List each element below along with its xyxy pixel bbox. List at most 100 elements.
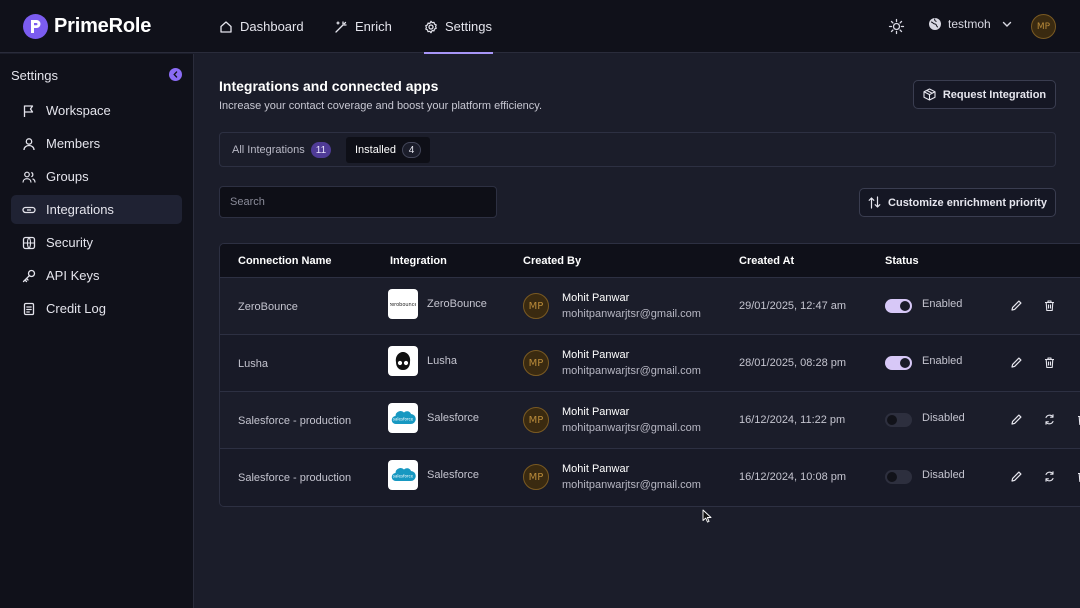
mouse-cursor-icon (702, 509, 712, 523)
trash-icon[interactable] (1043, 356, 1056, 369)
nav-tab-label: Settings (445, 19, 492, 34)
avatar: MP (523, 464, 549, 490)
created-at: 16/12/2024, 10:08 pm (739, 471, 847, 483)
table-header: Connection Name Integration Created By C… (220, 244, 1080, 278)
globe-icon (929, 18, 941, 30)
integrations-table: Connection Name Integration Created By C… (219, 243, 1080, 507)
sidebar-item-label: Integrations (46, 202, 114, 217)
workspace-switcher[interactable]: testmoh (928, 17, 1013, 31)
svg-text:salesforce: salesforce (393, 474, 414, 479)
sidebar-title: Settings (11, 68, 58, 83)
sidebar-item-credit-log[interactable]: Credit Log (11, 294, 182, 323)
toggle-knob (887, 415, 897, 425)
salesforce-logo: salesforce (388, 403, 418, 433)
nav-tab-label: Dashboard (240, 19, 304, 34)
collapse-sidebar-button[interactable] (169, 68, 182, 81)
sidebar-item-security[interactable]: Security (11, 228, 182, 257)
connection-name: Lusha (238, 358, 268, 370)
integration-name: ZeroBounce (427, 298, 487, 310)
tab-label: All Integrations (232, 144, 305, 156)
sort-arrows-icon (868, 196, 881, 209)
sidebar-item-integrations[interactable]: Integrations (11, 195, 182, 224)
table-row: Salesforce - production salesforce Sales… (220, 392, 1080, 449)
zerobounce-logo: zerobounce (388, 289, 418, 319)
sidebar-item-api-keys[interactable]: API Keys (11, 261, 182, 290)
nav-tab-dashboard[interactable]: Dashboard (219, 0, 304, 53)
flag-icon (23, 104, 34, 117)
trash-icon[interactable] (1076, 413, 1080, 426)
integration-name: Lusha (427, 355, 457, 367)
customize-enrichment-priority-button[interactable]: Customize enrichment priority (859, 188, 1056, 217)
package-icon (923, 88, 936, 101)
creator-name: Mohit Panwar (562, 292, 630, 304)
status-toggle[interactable] (885, 470, 912, 484)
lusha-logo (388, 346, 418, 376)
nav-tab-settings[interactable]: Settings (424, 0, 493, 54)
tab-label: Installed (355, 144, 396, 156)
avatar: MP (523, 407, 549, 433)
gear-icon (425, 20, 437, 33)
avatar: MP (523, 350, 549, 376)
pencil-icon[interactable] (1010, 356, 1023, 369)
creator-email: mohitpanwarjtsr@gmail.com (562, 422, 701, 434)
sidebar-item-members[interactable]: Members (11, 129, 182, 158)
connection-name: ZeroBounce (238, 301, 298, 313)
column-header[interactable]: Created At (739, 255, 794, 267)
sidebar-item-label: Groups (46, 169, 89, 184)
customize-label: Customize enrichment priority (888, 196, 1047, 209)
page-subtitle: Increase your contact coverage and boost… (219, 100, 543, 112)
tab-installed[interactable]: Installed 4 (346, 137, 430, 163)
sidebar-item-workspace[interactable]: Workspace (11, 96, 182, 125)
sun-icon[interactable] (888, 18, 905, 35)
users-icon (22, 171, 36, 183)
column-header[interactable]: Status (885, 255, 919, 267)
count-badge: 4 (401, 142, 421, 158)
column-header[interactable]: Integration (390, 255, 447, 267)
request-integration-button[interactable]: Request Integration (913, 80, 1056, 109)
sidebar-item-groups[interactable]: Groups (11, 162, 182, 191)
creator-email: mohitpanwarjtsr@gmail.com (562, 365, 701, 377)
created-at: 29/01/2025, 12:47 am (739, 300, 847, 312)
connection-name: Salesforce - production (238, 472, 352, 484)
home-icon (220, 20, 232, 33)
trash-icon[interactable] (1076, 470, 1080, 483)
svg-text:zerobounce: zerobounce (390, 302, 416, 308)
avatar: MP (523, 293, 549, 319)
status-toggle[interactable] (885, 413, 912, 427)
tab-all-integrations[interactable]: All Integrations 11 (223, 137, 340, 163)
status-toggle[interactable] (885, 356, 912, 370)
connection-name: Salesforce - production (238, 415, 352, 427)
status-toggle[interactable] (885, 299, 912, 313)
user-icon (23, 137, 35, 150)
integration-filter-tabs: All Integrations 11 Installed 4 (219, 132, 1056, 167)
integration-name: Salesforce (427, 412, 479, 424)
creator-email: mohitpanwarjtsr@gmail.com (562, 308, 701, 320)
creator-email: mohitpanwarjtsr@gmail.com (562, 479, 701, 491)
status-label: Disabled (922, 469, 965, 481)
integration-name: Salesforce (427, 469, 479, 481)
pencil-icon[interactable] (1010, 470, 1023, 483)
link-icon (22, 206, 36, 213)
column-header[interactable]: Created By (523, 255, 581, 267)
primerole-logo-icon (23, 14, 48, 39)
search-input[interactable] (219, 186, 497, 218)
column-header[interactable]: Connection Name (238, 255, 332, 267)
nav-tab-enrich[interactable]: Enrich (334, 0, 392, 53)
table-row: Salesforce - production salesforce Sales… (220, 449, 1080, 506)
pencil-icon[interactable] (1010, 413, 1023, 426)
chevron-down-icon (1002, 21, 1011, 27)
sync-icon[interactable] (1043, 470, 1056, 483)
sync-icon[interactable] (1043, 413, 1056, 426)
count-badge: 11 (310, 142, 332, 158)
created-at: 28/01/2025, 08:28 pm (739, 357, 847, 369)
nav-tab-label: Enrich (355, 19, 392, 34)
document-icon (23, 302, 35, 315)
globe-icon (22, 236, 36, 249)
status-label: Disabled (922, 412, 965, 424)
toggle-knob (900, 358, 910, 368)
pencil-icon[interactable] (1010, 299, 1023, 312)
avatar-initials: MP (528, 471, 544, 483)
trash-icon[interactable] (1043, 299, 1056, 312)
app-logo[interactable]: PrimeRole (23, 14, 151, 39)
user-avatar[interactable]: MP (1031, 14, 1056, 39)
